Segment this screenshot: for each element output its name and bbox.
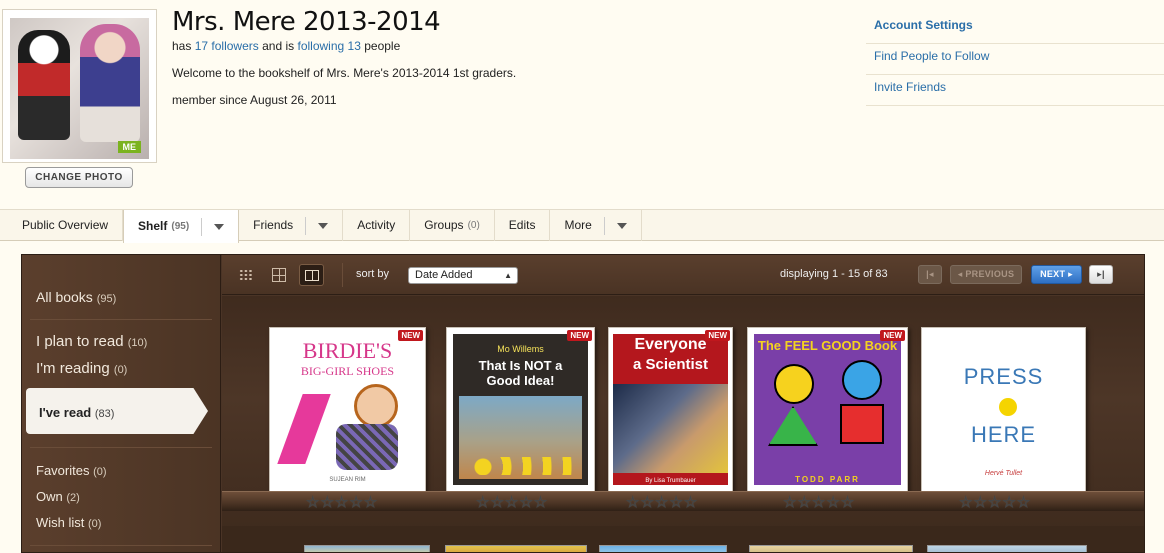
page-title: Mrs. Mere 2013-2014: [172, 7, 441, 37]
following-label: following: [297, 39, 345, 53]
sort-label: sort by: [356, 268, 390, 280]
sidebar-item-wishlist[interactable]: Wish list (0): [36, 515, 101, 530]
rating-stars[interactable]: ☆☆☆☆☆: [959, 493, 1031, 512]
previous-page-button[interactable]: ◂ PREVIOUS: [950, 265, 1022, 284]
and-is-text: and is: [262, 39, 295, 53]
first-page-button[interactable]: |◂: [918, 265, 942, 284]
divider: [30, 447, 212, 448]
tab-label: Shelf: [138, 219, 168, 233]
tab-count: (95): [171, 221, 190, 232]
book-cover[interactable]: [445, 545, 587, 552]
scientist-photo: [613, 384, 728, 473]
followers-count: 17: [194, 39, 209, 53]
sidebar-item-reading[interactable]: I'm reading (0): [36, 360, 127, 377]
avatar: ME: [10, 18, 149, 159]
sidebar-item-read[interactable]: I've read (83): [39, 405, 114, 420]
shelf-sidebar: All books (95) I plan to read (10) I'm r…: [22, 255, 221, 552]
rating-stars[interactable]: ☆☆☆☆☆: [306, 493, 378, 512]
tab-label: Activity: [357, 218, 396, 232]
view-small-grid-button[interactable]: [234, 264, 259, 286]
chevron-down-icon[interactable]: [214, 223, 225, 230]
tab-count: (0): [467, 220, 480, 231]
sidebar-item-favorites[interactable]: Favorites (0): [36, 463, 107, 478]
book-cover[interactable]: [927, 545, 1087, 552]
people-text: people: [364, 39, 401, 53]
divider: [342, 263, 343, 287]
tab-label: Groups: [424, 218, 464, 232]
doll-figure-left: [18, 30, 70, 140]
me-badge: ME: [117, 141, 141, 153]
profile-photo: ME: [2, 9, 157, 163]
chevron-down-icon[interactable]: [616, 222, 627, 229]
book-cover[interactable]: Mo Willems That Is NOT a Good Idea! NEW: [446, 327, 595, 492]
tab-more[interactable]: More: [550, 210, 642, 241]
book-cover[interactable]: Everyone a Scientist By Lisa Trumbauer N…: [608, 327, 733, 492]
last-page-button[interactable]: ▸|: [1089, 265, 1113, 284]
rating-stars[interactable]: ☆☆☆☆☆: [626, 493, 698, 512]
tab-label: More: [564, 218, 592, 232]
bookshelf: All books (95) I plan to read (10) I'm r…: [21, 254, 1145, 553]
find-people-link[interactable]: Find People to Follow: [866, 44, 1164, 75]
tab-shelf[interactable]: Shelf (95): [123, 210, 240, 243]
book-cover[interactable]: [599, 545, 727, 552]
tab-friends[interactable]: Friends: [239, 210, 344, 241]
happy-face-left: [774, 364, 814, 404]
large-grid-icon: [305, 270, 319, 281]
followers-label: followers: [211, 39, 259, 53]
following-link[interactable]: following 13: [297, 39, 360, 53]
tab-edits[interactable]: Edits: [495, 210, 551, 241]
view-large-grid-button[interactable]: [299, 264, 324, 286]
change-photo-button[interactable]: CHANGE PHOTO: [25, 167, 133, 188]
sidebar-item-all-books[interactable]: All books (95): [36, 289, 116, 305]
shelf-toolbar: sort by Date Added ▲ displaying 1 - 15 of…: [222, 255, 1144, 295]
tab-label: Public Overview: [22, 218, 109, 232]
shoe-illustration: [277, 394, 331, 464]
welcome-message: Welcome to the bookshelf of Mrs. Mere's …: [172, 66, 517, 80]
divider: [30, 319, 212, 320]
happy-face-right: [842, 360, 882, 400]
book-cover[interactable]: [749, 545, 913, 552]
sort-select[interactable]: Date Added ▲: [408, 267, 518, 284]
book-cover[interactable]: BIRDIE'S BIG-GIRL SHOES SUJEAN RIM NEW: [269, 327, 426, 492]
account-links: Account Settings Find People to Follow I…: [866, 13, 1164, 106]
next-page-button[interactable]: NEXT ▸: [1031, 265, 1082, 284]
tab-label: Edits: [508, 218, 536, 232]
chicks-illustration: [473, 457, 573, 475]
member-since: member since August 26, 2011: [172, 93, 337, 107]
view-medium-grid-button[interactable]: [267, 264, 292, 286]
tab-public-overview[interactable]: Public Overview: [0, 210, 124, 241]
tab-groups[interactable]: Groups (0): [410, 210, 495, 241]
rating-stars[interactable]: ☆☆☆☆☆: [783, 493, 855, 512]
books-grid: BIRDIE'S BIG-GIRL SHOES SUJEAN RIM NEW M…: [222, 296, 1144, 552]
book-cover[interactable]: The FEEL GOOD Book TODD PARR NEW: [747, 327, 908, 492]
rating-stars[interactable]: ☆☆☆☆☆: [476, 493, 548, 512]
chevron-updown-icon: ▲: [504, 271, 512, 280]
sidebar-item-own[interactable]: Own (2): [36, 489, 80, 504]
doll-figure-right: [80, 24, 140, 142]
tab-label: Friends: [253, 218, 294, 232]
chevron-down-icon[interactable]: [318, 222, 329, 229]
has-text: has: [172, 39, 192, 53]
pagination-status: displaying 1 - 15 of 83: [780, 268, 888, 280]
sidebar-item-plan-to-read[interactable]: I plan to read (10): [36, 333, 147, 350]
yellow-dot: [999, 398, 1017, 416]
medium-grid-icon: [272, 268, 286, 282]
tab-activity[interactable]: Activity: [343, 210, 411, 241]
book-cover[interactable]: PRESS HERE Hervé Tullet: [921, 327, 1086, 492]
new-badge: NEW: [398, 330, 423, 341]
new-badge: NEW: [705, 330, 730, 341]
profile-tabs: Public Overview Shelf (95) Friends Activ…: [0, 209, 1164, 243]
follow-stats: has 17 followers and is following 13 peo…: [172, 39, 400, 53]
divider: [30, 545, 212, 546]
invite-friends-link[interactable]: Invite Friends: [866, 75, 1164, 106]
new-badge: NEW: [567, 330, 592, 341]
new-badge: NEW: [880, 330, 905, 341]
small-grid-icon: [239, 269, 253, 281]
girl-illustration: [354, 384, 398, 428]
book-cover[interactable]: [304, 545, 430, 552]
following-count: 13: [347, 39, 361, 53]
followers-link[interactable]: 17 followers: [195, 39, 259, 53]
account-settings-link[interactable]: Account Settings: [866, 13, 1164, 44]
